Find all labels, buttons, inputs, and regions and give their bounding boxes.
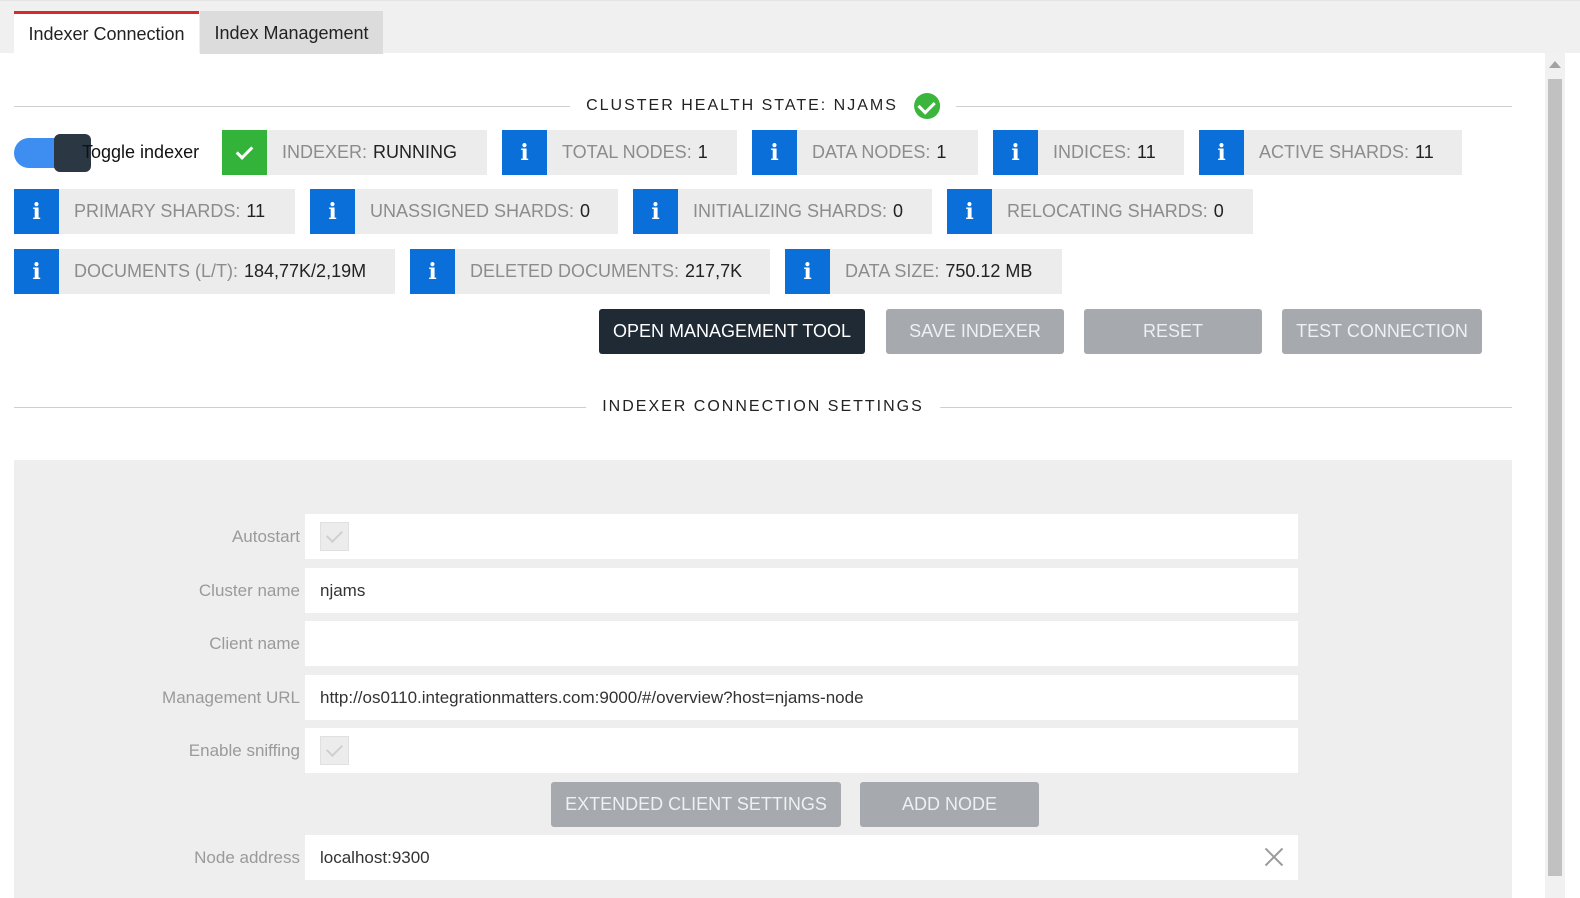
enable-sniffing-row: Enable sniffing [14, 728, 1298, 773]
info-icon[interactable]: i [947, 189, 992, 234]
cluster-name-value: njams [320, 581, 366, 600]
stat-active-shards: i ACTIVE SHARDS: 11 [1199, 130, 1462, 175]
autostart-checkbox[interactable] [320, 522, 349, 551]
toggle-indexer-switch[interactable] [14, 134, 91, 172]
autostart-label: Autostart [231, 527, 300, 546]
info-icon[interactable]: i [410, 249, 455, 294]
stat-total-nodes: i TOTAL NODES: 1 [502, 130, 737, 175]
client-name-input[interactable] [305, 621, 1298, 666]
stat-primary-shards: i PRIMARY SHARDS: 11 [14, 189, 295, 234]
tab-bar: Indexer Connection Index Management [0, 0, 1580, 54]
node-address-row: Node address localhost:9300 [14, 835, 1298, 880]
stat-value: 750.12 MB [945, 261, 1033, 281]
info-icon[interactable]: i [1199, 130, 1244, 175]
stat-value: 11 [1415, 142, 1434, 162]
node-address-value: localhost:9300 [320, 848, 430, 867]
info-icon[interactable]: i [14, 249, 59, 294]
settings-title: INDEXER CONNECTION SETTINGS [602, 398, 924, 415]
client-name-row: Client name [14, 621, 1298, 666]
stat-value: 0 [893, 201, 904, 221]
scroll-up-icon[interactable] [1549, 61, 1561, 68]
stat-value: 217,7K [685, 261, 743, 281]
stat-value: 11 [246, 201, 266, 221]
close-icon[interactable] [1264, 847, 1284, 867]
info-icon[interactable]: i [14, 189, 59, 234]
stat-documents: i DOCUMENTS (L/T): 184,77K/2,19M [14, 249, 395, 294]
management-url-value: http://os0110.integrationmatters.com:900… [320, 688, 864, 707]
tab-index-management[interactable]: Index Management [200, 11, 383, 54]
cluster-name-label: Cluster name [198, 581, 300, 600]
check-icon [222, 130, 267, 175]
management-url-label: Management URL [162, 688, 300, 707]
stat-label: RELOCATING SHARDS: [1007, 201, 1208, 221]
indexer-settings-page: Indexer Connection Index Management CLUS… [0, 0, 1580, 898]
stat-value: 11 [1137, 142, 1156, 162]
node-address-label: Node address [194, 848, 300, 867]
stat-label: TOTAL NODES: [562, 142, 692, 162]
enable-sniffing-checkbox[interactable] [320, 736, 349, 765]
stat-label: DATA NODES: [812, 142, 931, 162]
stat-label: INITIALIZING SHARDS: [693, 201, 888, 221]
cluster-name-row: Cluster name njams [14, 568, 1298, 613]
cluster-health-title-wrap: CLUSTER HEALTH STATE: NJAMS [570, 93, 956, 119]
stat-label: INDEXER: [282, 142, 368, 162]
enable-sniffing-label: Enable sniffing [188, 741, 300, 760]
settings-header: INDEXER CONNECTION SETTINGS [14, 397, 1512, 417]
autostart-field [305, 514, 1298, 559]
stat-initializing-shards: i INITIALIZING SHARDS: 0 [633, 189, 932, 234]
stat-label: DELETED DOCUMENTS: [470, 261, 680, 281]
check-circle-icon [913, 93, 940, 119]
info-icon[interactable]: i [633, 189, 678, 234]
stat-value: 0 [1213, 201, 1224, 221]
stat-label: ACTIVE SHARDS: [1259, 142, 1410, 162]
cluster-name-input[interactable]: njams [305, 568, 1298, 613]
cluster-health-title: CLUSTER HEALTH STATE: NJAMS [586, 97, 898, 114]
info-icon[interactable]: i [993, 130, 1038, 175]
autostart-row: Autostart [14, 514, 1298, 559]
cluster-health-header: CLUSTER HEALTH STATE: NJAMS [14, 93, 1512, 119]
client-name-label: Client name [209, 634, 300, 653]
vertical-scrollbar[interactable] [1545, 53, 1565, 898]
stat-indexer: INDEXER: RUNNING [222, 130, 487, 175]
management-url-row: Management URL http://os0110.integration… [14, 675, 1298, 720]
stat-indices: i INDICES: 11 [993, 130, 1184, 175]
stat-relocating-shards: i RELOCATING SHARDS: 0 [947, 189, 1253, 234]
info-icon[interactable]: i [752, 130, 797, 175]
stat-value: RUNNING [373, 142, 458, 162]
stat-data-nodes: i DATA NODES: 1 [752, 130, 978, 175]
info-icon[interactable]: i [785, 249, 830, 294]
stat-data-size: i DATA SIZE: 750.12 MB [785, 249, 1062, 294]
stat-value: 1 [697, 142, 708, 162]
test-connection-button[interactable]: TEST CONNECTION [1282, 309, 1482, 354]
stat-label: UNASSIGNED SHARDS: [370, 201, 575, 221]
stat-label: INDICES: [1053, 142, 1132, 162]
settings-panel: Autostart Cluster name njams Client name… [14, 460, 1512, 898]
toggle-indexer-label: Toggle indexer [82, 142, 200, 162]
reset-button[interactable]: RESET [1084, 309, 1262, 354]
stat-label: PRIMARY SHARDS: [74, 201, 241, 221]
add-node-button[interactable]: ADD NODE [860, 782, 1039, 827]
settings-title-wrap: INDEXER CONNECTION SETTINGS [586, 397, 940, 417]
info-icon[interactable]: i [502, 130, 547, 175]
stat-value: 1 [936, 142, 947, 162]
stat-unassigned-shards: i UNASSIGNED SHARDS: 0 [310, 189, 618, 234]
stat-deleted-documents: i DELETED DOCUMENTS: 217,7K [410, 249, 770, 294]
stat-label: DOCUMENTS (L/T): [74, 261, 238, 281]
stat-label: DATA SIZE: [845, 261, 940, 281]
save-indexer-button[interactable]: SAVE INDEXER [886, 309, 1064, 354]
info-icon[interactable]: i [310, 189, 355, 234]
extended-client-settings-button[interactable]: EXTENDED CLIENT SETTINGS [551, 782, 841, 827]
node-address-input[interactable]: localhost:9300 [305, 835, 1298, 880]
tab-indexer-connection[interactable]: Indexer Connection [14, 11, 199, 54]
stat-value: 0 [580, 201, 591, 221]
enable-sniffing-field [305, 728, 1298, 773]
stat-value: 184,77K/2,19M [244, 261, 367, 281]
management-url-input[interactable]: http://os0110.integrationmatters.com:900… [305, 675, 1298, 720]
open-management-tool-button[interactable]: OPEN MANAGEMENT TOOL [599, 309, 865, 354]
scroll-thumb[interactable] [1548, 79, 1562, 876]
